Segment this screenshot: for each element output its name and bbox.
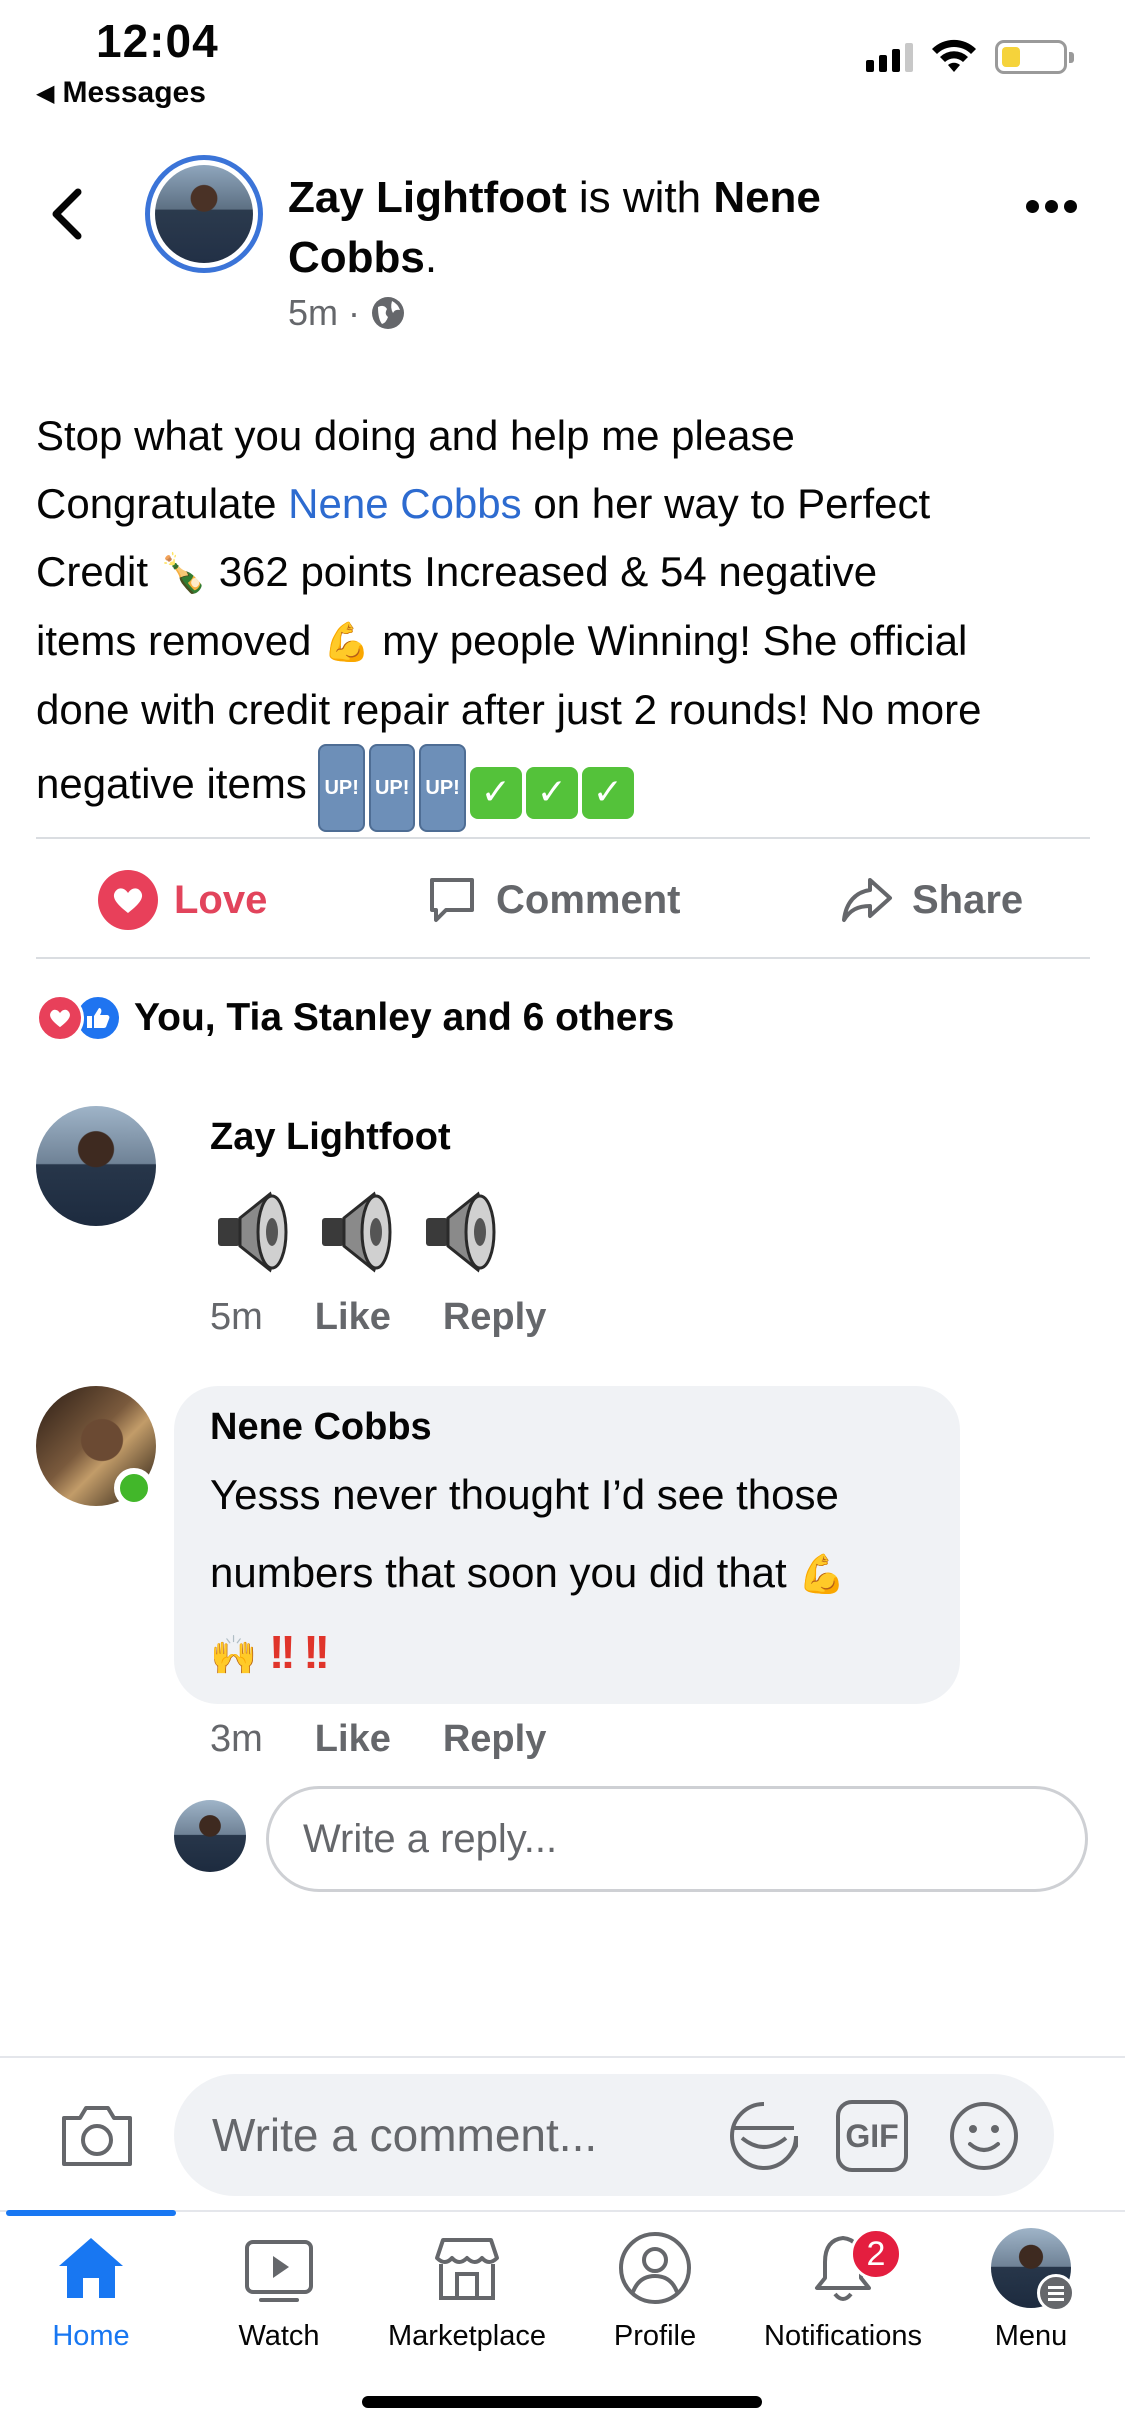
tab-label: Notifications	[764, 2320, 922, 2352]
author-name-link[interactable]: Zay Lightfoot	[288, 173, 567, 222]
comment-time: 5m	[210, 1296, 263, 1338]
post-time: 5m	[288, 292, 339, 333]
tab-label: Menu	[994, 2320, 1068, 2352]
with-text: is with	[566, 173, 714, 222]
profile-icon	[619, 2232, 691, 2304]
share-button[interactable]: Share	[838, 868, 1023, 932]
camera-icon[interactable]	[58, 2100, 136, 2170]
up-emoji: UP!	[419, 744, 466, 832]
menu-avatar	[991, 2228, 1075, 2312]
home-icon	[59, 2238, 123, 2298]
tab-profile[interactable]: Profile	[560, 2228, 750, 2358]
share-label: Share	[912, 877, 1024, 922]
check-mark-emoji: ✓	[525, 767, 578, 819]
back-to-messages-link[interactable]: ◀ Messages	[36, 76, 206, 110]
meta-separator: ·	[348, 292, 361, 333]
tab-label: Watch	[238, 2320, 320, 2352]
flexed-biceps-emoji: 💪	[798, 1552, 846, 1596]
reactions-summary[interactable]: You, Tia Stanley and 6 others	[36, 994, 674, 1042]
back-chevron-icon[interactable]	[44, 184, 94, 244]
double-exclamation-emoji: !!	[303, 1626, 330, 1678]
speaker-icon	[218, 1191, 288, 1273]
speaker-icon	[322, 1191, 392, 1273]
tab-notifications[interactable]: 2 Notifications	[748, 2228, 938, 2358]
active-tab-indicator	[6, 2210, 176, 2216]
hamburger-icon	[1037, 2274, 1075, 2312]
globe-icon	[372, 297, 405, 329]
wifi-icon	[932, 39, 976, 72]
current-user-avatar	[174, 1800, 246, 1872]
flexed-biceps-emoji: 💪	[323, 620, 371, 664]
author-avatar[interactable]	[145, 155, 263, 273]
up-emoji: UP!	[368, 744, 416, 832]
comment-like-button[interactable]: Like	[315, 1718, 391, 1761]
comment-input[interactable]: Write a comment...	[174, 2074, 1054, 2196]
share-arrow-icon	[842, 878, 892, 922]
tab-label: Marketplace	[388, 2320, 546, 2352]
gif-button[interactable]: GIF	[836, 2100, 908, 2172]
cellular-signal-icon	[866, 42, 913, 72]
marketplace-store-icon	[435, 2238, 499, 2300]
speaker-icon	[426, 1191, 496, 1273]
comment-meta: 5m Like Reply	[210, 1296, 546, 1339]
raising-hands-emoji: 🙌	[210, 1633, 258, 1677]
online-status-dot	[114, 1468, 154, 1508]
status-bar: 12:04 ◀ Messages	[0, 0, 1125, 120]
divider	[36, 837, 1090, 839]
post-header: Zay Lightfoot is with Nene Cobbs.	[288, 173, 821, 282]
love-label: Love	[174, 877, 268, 922]
post-tag-link[interactable]: Nene Cobbs	[288, 480, 521, 527]
comment-text: Yesss never thought I’d see those number…	[210, 1471, 846, 1678]
up-emoji: UP!	[318, 744, 365, 832]
sticker-icon[interactable]	[726, 2098, 802, 2174]
home-indicator	[362, 2396, 762, 2408]
status-time: 12:04	[96, 15, 219, 67]
tab-home[interactable]: Home	[0, 2228, 186, 2358]
reactions-text: You, Tia Stanley and 6 others	[134, 996, 675, 1039]
reply-input[interactable]: Write a reply...	[266, 1786, 1088, 1892]
watch-video-icon	[245, 2240, 313, 2302]
back-triangle-icon: ◀	[36, 79, 55, 107]
check-mark-emoji: ✓	[469, 767, 522, 819]
comment-like-button[interactable]: Like	[315, 1296, 391, 1339]
divider	[36, 957, 1090, 959]
battery-icon	[995, 40, 1074, 74]
double-exclamation-emoji: !!	[269, 1626, 296, 1678]
heart-icon	[98, 870, 158, 930]
comment-reply-button[interactable]: Reply	[443, 1296, 546, 1339]
comment-meta: 3m Like Reply	[210, 1718, 546, 1761]
comment-label: Comment	[496, 877, 681, 922]
comment-time: 3m	[210, 1718, 263, 1760]
love-reaction-icon	[36, 994, 84, 1042]
comment-author[interactable]: Nene Cobbs	[210, 1406, 432, 1449]
tab-menu[interactable]: Menu	[936, 2228, 1125, 2358]
back-app-label: Messages	[62, 76, 206, 109]
commenter-avatar[interactable]	[36, 1106, 156, 1226]
tab-watch[interactable]: Watch	[184, 2228, 374, 2358]
comment-speaker-emojis	[204, 1184, 508, 1280]
tab-label: Profile	[613, 2320, 697, 2352]
post-body: Stop what you doing and help me please C…	[36, 402, 1096, 832]
comment-bubble-icon	[430, 878, 474, 922]
comment-author[interactable]: Zay Lightfoot	[210, 1116, 451, 1159]
champagne-emoji: 🍾	[159, 551, 208, 595]
love-button[interactable]: Love	[98, 868, 267, 932]
post-meta: 5m ·	[288, 292, 406, 334]
more-options-icon[interactable]	[1026, 200, 1077, 213]
comment-button[interactable]: Comment	[424, 868, 680, 932]
tab-marketplace[interactable]: Marketplace	[372, 2228, 562, 2358]
notification-count-badge: 2	[850, 2228, 902, 2280]
comment-reply-button[interactable]: Reply	[443, 1718, 546, 1761]
check-mark-emoji: ✓	[581, 767, 634, 819]
emoji-icon[interactable]	[946, 2098, 1022, 2174]
tab-label: Home	[52, 2320, 130, 2352]
